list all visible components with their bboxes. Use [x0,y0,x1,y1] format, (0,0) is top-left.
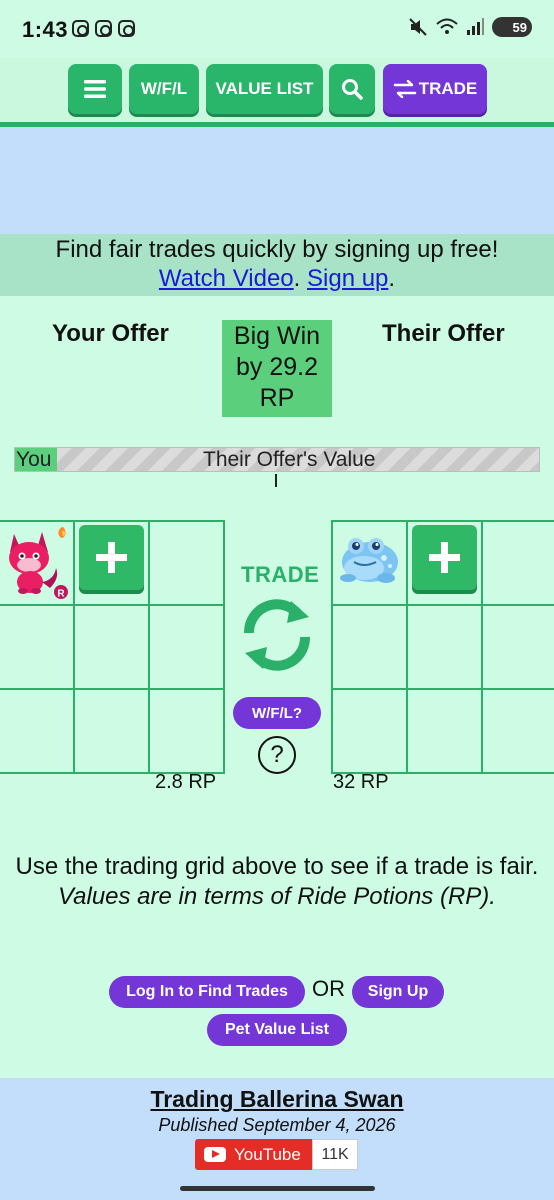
youtube-label: YouTube [234,1144,301,1164]
value-list-nav-button[interactable]: VALUE LIST [206,64,323,114]
signup-banner: Find fair trades quickly by signing up f… [0,234,554,296]
info-line-2: Values are in terms of Ride Potions (RP)… [58,883,496,910]
refresh-cycle-icon[interactable] [235,593,319,677]
instagram-icon [72,20,89,37]
ad-placeholder [0,127,554,234]
separator-dot: . [293,265,301,292]
wifi-icon [436,18,458,34]
system-icons: 59 [408,17,532,37]
search-button[interactable] [329,64,375,114]
their-slot-1[interactable] [333,522,406,604]
svg-text:R: R [57,589,65,600]
result-line-3: RP [259,384,295,412]
subscriber-count: 11K [312,1139,358,1170]
wfl-check-button[interactable]: W/F/L? [233,697,321,729]
watch-video-link[interactable]: Watch Video [159,265,294,292]
their-slot-8[interactable] [408,690,481,772]
top-nav: W/F/L VALUE LIST TRADE [0,58,554,124]
wfl-nav-button[interactable]: W/F/L [129,64,199,114]
trade-result-badge: Big Win by 29.2 RP [222,320,332,417]
your-offer-grid: R [0,520,225,774]
your-slot-2[interactable] [75,522,148,604]
their-value-label: Their Offer's Value [203,448,376,471]
sign-up-link[interactable]: Sign up [307,265,388,292]
add-item-button[interactable] [412,525,477,590]
result-line-2: by 29.2 [235,353,318,381]
menu-button[interactable] [68,64,122,114]
your-slot-4[interactable] [0,606,73,688]
signup-banner-text: Find fair trades quickly by signing up f… [55,236,499,263]
mute-icon [409,18,427,36]
home-indicator[interactable] [180,1186,375,1191]
hamburger-menu-icon [84,80,106,98]
video-footer: Trading Ballerina Swan Published Septemb… [0,1078,554,1200]
instagram-icon [118,20,135,37]
ice-blue-frog-pet-icon [340,538,398,583]
trade-nav-button[interactable]: TRADE [383,64,487,114]
your-slot-1[interactable]: R [0,522,73,604]
your-slot-6[interactable] [150,606,223,688]
status-bar: 1:43 59 [0,0,554,58]
your-value-fill: You [15,448,57,471]
their-total-rp: 32 RP [333,771,389,793]
their-slot-6[interactable] [483,606,554,688]
trade-label: TRADE [241,562,320,587]
your-slot-8[interactable] [75,690,148,772]
info-text: Use the trading grid above to see if a t… [14,852,540,912]
end-dot: . [388,265,396,292]
pet-value-list-button[interactable]: Pet Value List [207,1014,347,1046]
video-title[interactable]: Trading Ballerina Swan [0,1086,554,1113]
signal-icon [467,18,484,35]
their-slot-4[interactable] [333,606,406,688]
youtube-icon [204,1147,226,1162]
result-line-1: Big Win [233,322,321,350]
search-icon [342,79,363,100]
your-slot-5[interactable] [75,606,148,688]
info-line-1: Use the trading grid above to see if a t… [15,853,539,880]
battery-indicator: 59 [492,17,532,37]
signup-button[interactable]: Sign Up [352,976,444,1008]
value-comparison-bar: You Their Offer's Value [14,447,540,472]
their-slot-2[interactable] [408,522,481,604]
their-slot-7[interactable] [333,690,406,772]
their-slot-5[interactable] [408,606,481,688]
your-slot-7[interactable] [0,690,73,772]
swap-arrows-icon [393,80,416,98]
video-date: Published September 4, 2026 [158,1115,396,1135]
your-offer-title: Your Offer [52,320,169,347]
their-offer-grid [331,520,554,774]
midpoint-marker [275,474,277,487]
add-item-button[interactable] [79,525,144,590]
or-text: OR [312,976,345,1001]
login-find-trades-button[interactable]: Log In to Find Trades [109,976,305,1008]
youtube-button[interactable]: YouTube [195,1139,312,1170]
help-button[interactable]: ? [258,736,296,774]
your-slot-9[interactable] [150,690,223,772]
their-slot-3[interactable] [483,522,554,604]
your-total-rp: 2.8 RP [155,771,217,793]
their-slot-9[interactable] [483,690,554,772]
your-slot-3[interactable] [150,522,223,604]
clock: 1:43 [22,17,69,42]
their-offer-title: Their Offer [382,320,505,347]
pink-fox-pet-icon: R [9,527,68,600]
trade-nav-label: TRADE [418,79,478,98]
instagram-icon [95,20,112,37]
